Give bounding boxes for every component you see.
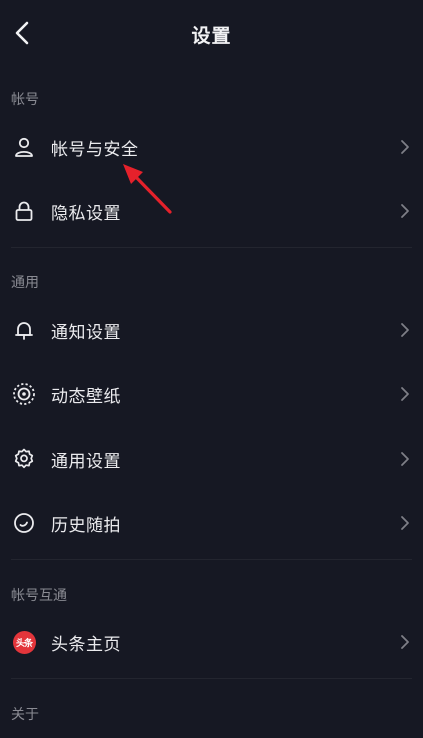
chevron-right-icon bbox=[401, 204, 409, 218]
user-icon bbox=[11, 134, 37, 160]
section-label-about: 关于 bbox=[11, 707, 39, 723]
bell-icon bbox=[11, 317, 37, 343]
wallpaper-icon bbox=[11, 381, 37, 407]
toutiao-logo-icon: 头条 bbox=[11, 629, 37, 655]
chevron-right-icon bbox=[401, 452, 409, 466]
settings-item-wallpaper[interactable]: 动态壁纸 bbox=[0, 368, 423, 420]
settings-item-notifications[interactable]: 通知设置 bbox=[0, 304, 423, 356]
settings-item-label: 动态壁纸 bbox=[51, 387, 121, 407]
chevron-right-icon bbox=[401, 516, 409, 530]
settings-item-privacy[interactable]: 隐私设置 bbox=[0, 185, 423, 237]
settings-item-account-security[interactable]: 帐号与安全 bbox=[0, 121, 423, 173]
chevron-right-icon bbox=[401, 635, 409, 649]
settings-item-label: 通知设置 bbox=[51, 323, 121, 343]
settings-item-history[interactable]: 历史随拍 bbox=[0, 497, 423, 549]
settings-item-label: 帐号与安全 bbox=[51, 140, 139, 160]
chevron-right-icon bbox=[401, 387, 409, 401]
section-divider bbox=[11, 559, 412, 560]
section-divider bbox=[11, 247, 412, 248]
gear-icon bbox=[11, 446, 37, 472]
settings-item-toutiao[interactable]: 头条 头条主页 bbox=[0, 616, 423, 668]
history-icon bbox=[11, 510, 37, 536]
section-label-general: 通用 bbox=[11, 275, 39, 291]
settings-item-label: 历史随拍 bbox=[51, 516, 121, 536]
section-label-linked-accounts: 帐号互通 bbox=[11, 588, 67, 604]
settings-item-general[interactable]: 通用设置 bbox=[0, 433, 423, 485]
settings-item-label: 通用设置 bbox=[51, 452, 121, 472]
toutiao-badge: 头条 bbox=[12, 630, 36, 654]
settings-item-label: 头条主页 bbox=[51, 635, 121, 655]
chevron-right-icon bbox=[401, 140, 409, 154]
section-divider bbox=[11, 678, 412, 679]
header: 设置 bbox=[0, 0, 423, 68]
lock-icon bbox=[11, 198, 37, 224]
settings-item-label: 隐私设置 bbox=[51, 204, 121, 224]
section-label-account: 帐号 bbox=[11, 92, 39, 108]
chevron-right-icon bbox=[401, 323, 409, 337]
page-title: 设置 bbox=[191, 25, 232, 47]
